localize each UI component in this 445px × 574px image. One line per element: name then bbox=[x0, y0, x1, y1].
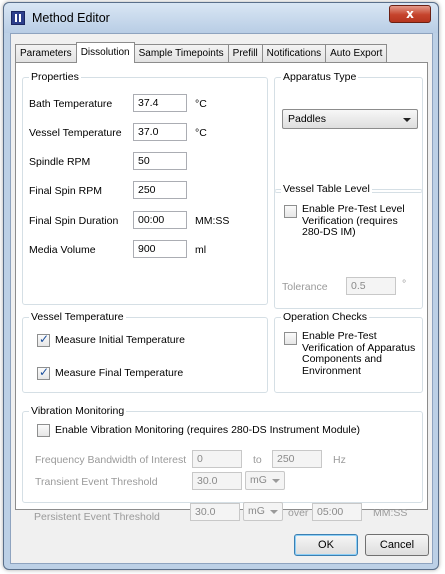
chevron-down-icon bbox=[270, 510, 278, 514]
tolerance-input[interactable]: 0.5 bbox=[346, 277, 396, 295]
ok-button[interactable]: OK bbox=[294, 534, 358, 556]
vessel-temperature-group: Vessel Temperature Measure Initial Tempe… bbox=[22, 311, 268, 393]
title-bar[interactable]: Method Editor x bbox=[4, 3, 438, 33]
properties-title: Properties bbox=[29, 71, 81, 83]
tolerance-unit: ° bbox=[402, 278, 407, 290]
bath-temperature-unit: °C bbox=[195, 98, 207, 110]
method-editor-window: Method Editor x Parameters Dissolution S… bbox=[3, 2, 439, 570]
vibration-monitoring-group: Vibration Monitoring Enable Vibration Mo… bbox=[22, 405, 423, 503]
vessel-temperature-title: Vessel Temperature bbox=[29, 311, 126, 323]
operation-checks-group: Operation Checks Enable Pre-Test Verific… bbox=[274, 311, 423, 393]
transient-unit-select[interactable]: mG bbox=[245, 471, 285, 490]
final-spin-rpm-label: Final Spin RPM bbox=[29, 185, 102, 197]
vessel-table-level-group: Vessel Table Level Enable Pre-Test Level… bbox=[274, 183, 423, 309]
tab-sample-timepoints[interactable]: Sample Timepoints bbox=[133, 44, 229, 62]
measure-final-label: Measure Final Temperature bbox=[55, 367, 184, 379]
transient-unit-value: mG bbox=[250, 474, 267, 486]
persistent-unit-value: mG bbox=[248, 505, 265, 517]
vibration-monitoring-title: Vibration Monitoring bbox=[29, 405, 127, 417]
media-volume-input[interactable]: 900 bbox=[133, 240, 187, 258]
tab-prefill[interactable]: Prefill bbox=[227, 44, 263, 62]
frequency-bandwidth-label: Frequency Bandwidth of Interest bbox=[35, 454, 187, 466]
media-volume-label: Media Volume bbox=[29, 244, 96, 256]
level-verification-checkbox[interactable] bbox=[284, 205, 297, 218]
frequency-unit: Hz bbox=[333, 454, 346, 466]
vessel-temperature-unit: °C bbox=[195, 127, 207, 139]
bath-temperature-label: Bath Temperature bbox=[29, 98, 113, 110]
window-title: Method Editor bbox=[32, 11, 110, 25]
tab-auto-export[interactable]: Auto Export bbox=[325, 44, 388, 62]
operation-checks-title: Operation Checks bbox=[281, 311, 370, 323]
persistent-threshold-input[interactable]: 30.0 bbox=[190, 503, 240, 521]
transient-threshold-input[interactable]: 30.0 bbox=[192, 472, 242, 490]
vibration-monitoring-checkbox[interactable] bbox=[37, 424, 50, 437]
final-spin-duration-unit: MM:SS bbox=[195, 215, 230, 227]
final-spin-rpm-input[interactable]: 250 bbox=[133, 181, 187, 199]
frequency-to-label: to bbox=[253, 454, 262, 466]
pretest-verification-label: Enable Pre-Test Verification of Apparatu… bbox=[302, 330, 416, 377]
over-label: over bbox=[288, 507, 309, 519]
persistent-duration-unit: MM:SS bbox=[373, 507, 408, 519]
measure-initial-label: Measure Initial Temperature bbox=[55, 334, 185, 346]
apparatus-type-group: Apparatus Type Paddles bbox=[274, 71, 423, 193]
chevron-down-icon bbox=[403, 118, 411, 122]
final-spin-duration-input[interactable]: 00:00 bbox=[133, 211, 187, 229]
level-verification-label: Enable Pre-Test Level Verification (requ… bbox=[302, 203, 405, 238]
properties-group: Properties Bath Temperature 37.4 °C Vess… bbox=[22, 71, 268, 305]
frequency-from-input[interactable]: 0 bbox=[192, 450, 242, 468]
apparatus-type-select[interactable]: Paddles bbox=[282, 109, 418, 129]
spindle-rpm-input[interactable]: 50 bbox=[133, 152, 187, 170]
transient-threshold-label: Transient Event Threshold bbox=[35, 476, 158, 488]
persistent-unit-select[interactable]: mG bbox=[243, 502, 283, 521]
chevron-down-icon bbox=[272, 479, 280, 483]
persistent-threshold-label: Persistent Event Threshold bbox=[34, 511, 160, 523]
bath-temperature-input[interactable]: 37.4 bbox=[133, 94, 187, 112]
final-spin-duration-label: Final Spin Duration bbox=[29, 215, 119, 227]
tab-parameters[interactable]: Parameters bbox=[15, 44, 77, 62]
measure-final-checkbox[interactable] bbox=[37, 365, 50, 380]
frequency-to-input[interactable]: 250 bbox=[272, 450, 322, 468]
vessel-temperature-label: Vessel Temperature bbox=[29, 127, 122, 139]
close-button[interactable]: x bbox=[389, 5, 431, 23]
tab-strip: Parameters Dissolution Sample Timepoints… bbox=[15, 42, 388, 63]
tab-dissolution[interactable]: Dissolution bbox=[75, 42, 135, 63]
apparatus-type-value: Paddles bbox=[288, 113, 326, 125]
spindle-rpm-label: Spindle RPM bbox=[29, 156, 91, 168]
media-volume-unit: ml bbox=[195, 244, 207, 256]
measure-initial-checkbox[interactable] bbox=[37, 332, 50, 347]
vessel-table-level-title: Vessel Table Level bbox=[281, 183, 372, 195]
pretest-verification-checkbox[interactable] bbox=[284, 332, 297, 345]
app-icon bbox=[11, 11, 25, 25]
vibration-monitoring-label: Enable Vibration Monitoring (requires 28… bbox=[55, 424, 361, 436]
dissolution-tab-page: Properties Bath Temperature 37.4 °C Vess… bbox=[15, 62, 428, 523]
dialog-body: Parameters Dissolution Sample Timepoints… bbox=[10, 33, 433, 564]
vessel-temperature-input[interactable]: 37.0 bbox=[133, 123, 187, 141]
apparatus-type-title: Apparatus Type bbox=[281, 71, 359, 83]
tab-notifications[interactable]: Notifications bbox=[261, 44, 327, 62]
cancel-button[interactable]: Cancel bbox=[365, 534, 429, 556]
persistent-duration-input[interactable]: 05:00 bbox=[312, 503, 362, 521]
tolerance-label: Tolerance bbox=[282, 281, 328, 293]
